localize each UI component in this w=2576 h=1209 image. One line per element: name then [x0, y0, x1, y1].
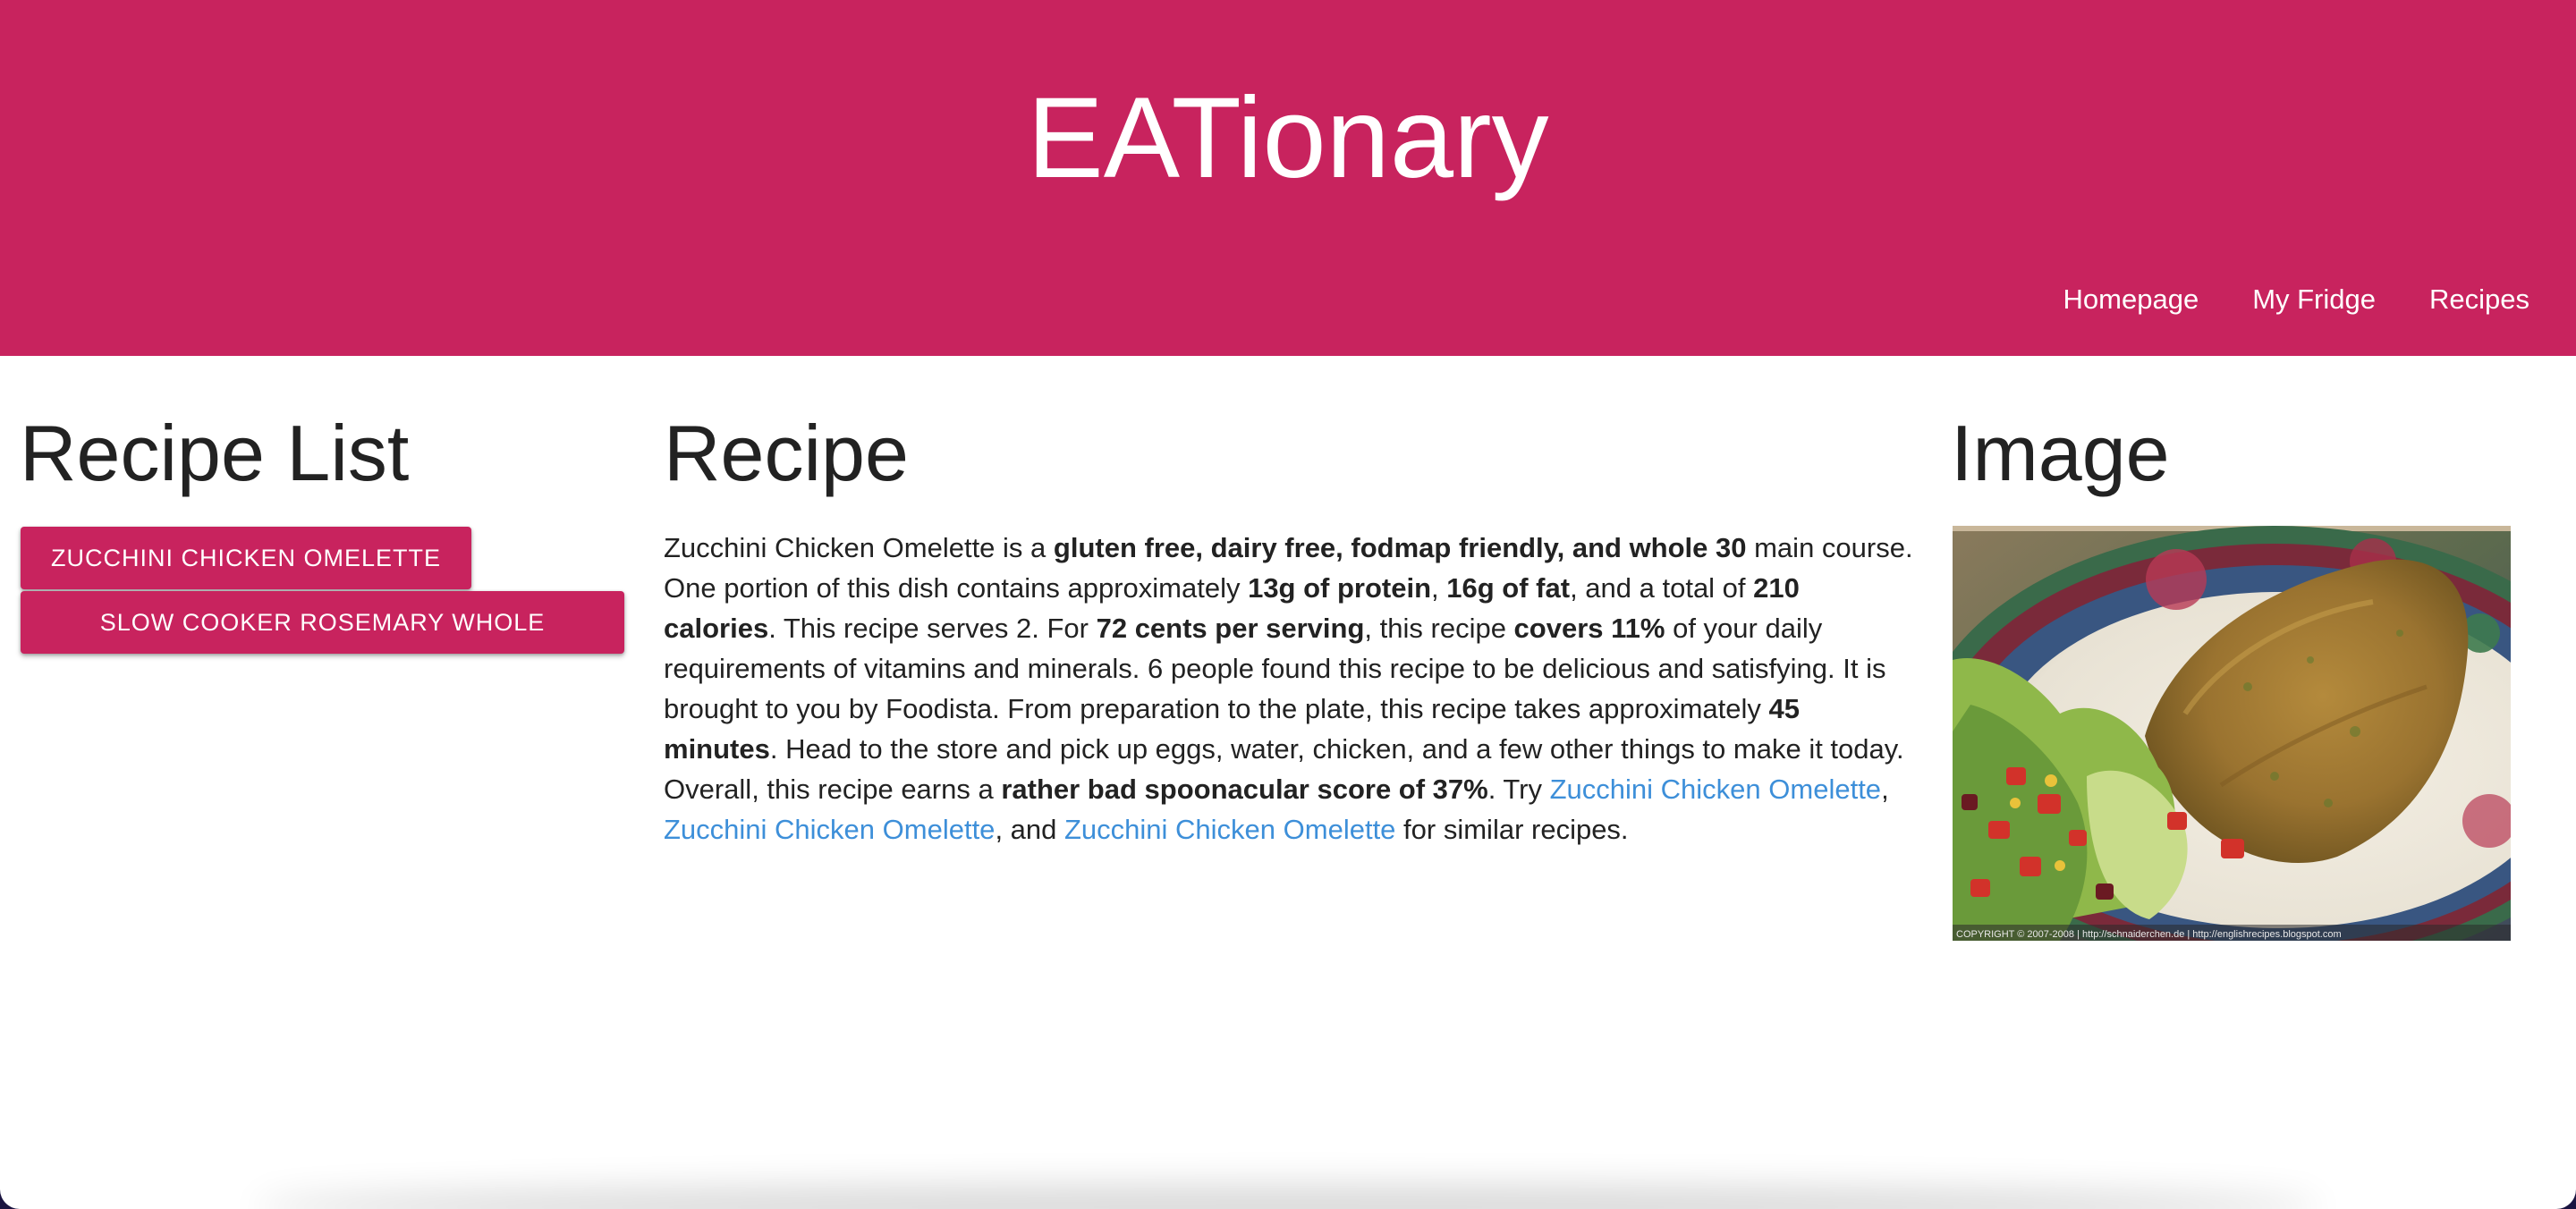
recipe-text: for similar recipes. [1395, 814, 1629, 845]
recipe-highlight: 72 cents per serving [1096, 613, 1365, 644]
recipe-highlight: 13g of protein [1248, 572, 1432, 604]
recipe-title: Recipe [664, 409, 909, 497]
site-title: EATionary [1027, 74, 1549, 202]
nav-link-recipes[interactable]: Recipes [2429, 277, 2529, 322]
recipe-list-title: Recipe List [20, 409, 410, 497]
photo-caption: COPYRIGHT © 2007-2008 | http://schnaider… [1956, 929, 2342, 940]
app-window: EATionary Homepage My Fridge Recipes Rec… [0, 0, 2576, 1209]
nav-link-my-fridge[interactable]: My Fridge [2252, 277, 2376, 322]
recipe-button-zucchini-chicken-omelette[interactable]: ZUCCHINI CHICKEN OMELETTE [21, 527, 471, 589]
recipe-text: . This recipe serves 2. For [768, 613, 1097, 644]
recipe-text: , this recipe [1364, 613, 1514, 644]
recipe-highlight: covers 11% [1513, 613, 1665, 644]
recipe-highlight: gluten free, dairy free, fodmap friendly… [1053, 532, 1747, 563]
image-title: Image [1951, 409, 2170, 497]
recipe-text: , and [995, 814, 1064, 845]
similar-recipe-link[interactable]: Zucchini Chicken Omelette [1064, 814, 1395, 845]
recipe-text: , [1881, 774, 1889, 805]
recipe-text: , and a total of [1570, 572, 1754, 604]
similar-recipe-link[interactable]: Zucchini Chicken Omelette [1550, 774, 1881, 805]
recipe-text: , [1431, 572, 1447, 604]
recipe-highlight: 16g of fat [1446, 572, 1571, 604]
recipe-highlight: rather bad spoonacular score of 37% [1001, 774, 1488, 805]
nav-link-homepage[interactable]: Homepage [2063, 277, 2199, 322]
recipe-description: Zucchini Chicken Omelette is a gluten fr… [664, 528, 1916, 850]
recipe-text: . Try [1487, 774, 1550, 805]
similar-recipe-link[interactable]: Zucchini Chicken Omelette [664, 814, 995, 845]
recipe-text: Zucchini Chicken Omelette is a [664, 532, 1054, 563]
recipe-button-slow-cooker-rosemary-whole[interactable]: SLOW COOKER ROSEMARY WHOLE [21, 591, 624, 654]
recipe-photo: COPYRIGHT © 2007-2008 | http://schnaider… [1953, 526, 2511, 941]
site-header: EATionary Homepage My Fridge Recipes [0, 0, 2576, 356]
main-nav: Homepage My Fridge Recipes [2063, 277, 2529, 322]
